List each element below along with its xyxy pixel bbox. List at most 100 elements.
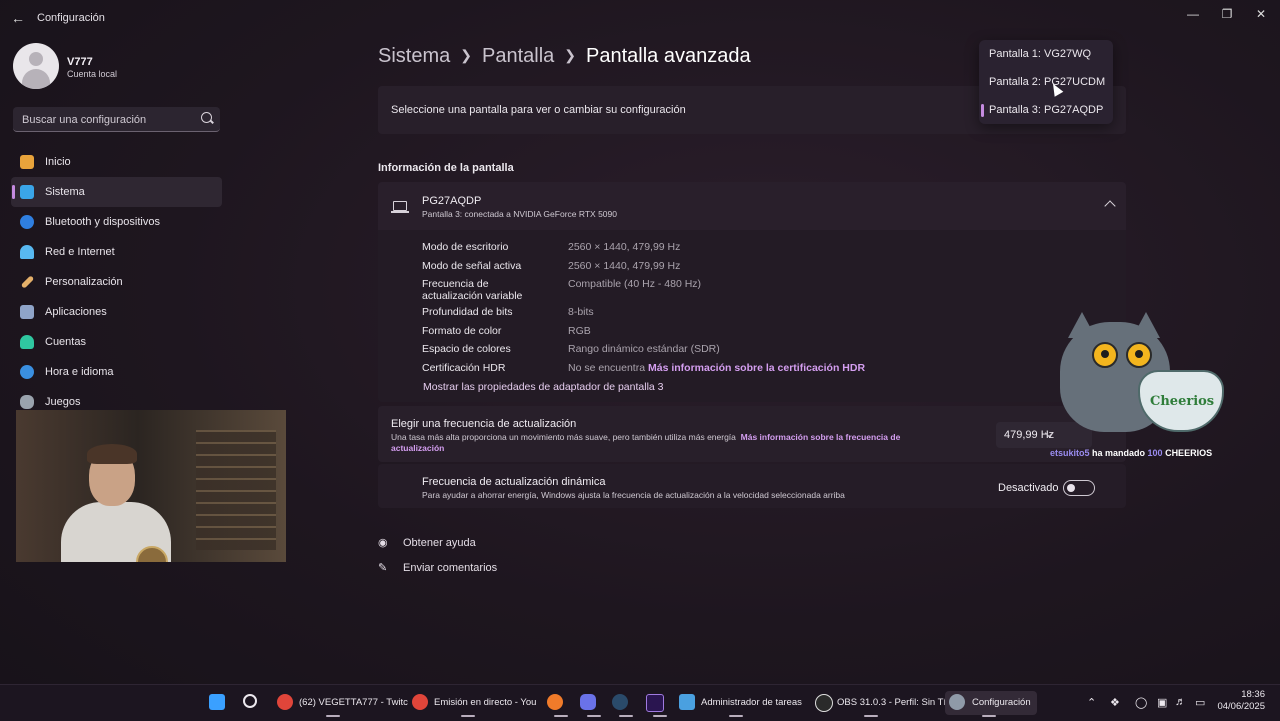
- chevron-right-icon: ❯: [564, 47, 576, 63]
- back-arrow-icon[interactable]: ←: [10, 10, 26, 26]
- taskbar-app-label: (62) VEGETTA777 - Twitc: [299, 697, 408, 708]
- close-icon[interactable]: ✕: [1244, 4, 1278, 24]
- settings-search[interactable]: [13, 107, 220, 132]
- chrome-icon: [277, 694, 293, 710]
- display-dropdown[interactable]: Pantalla 1: VG27WQ Pantalla 2: PG27UCDM …: [979, 40, 1113, 124]
- sidebar-item-sistema[interactable]: Sistema: [11, 177, 222, 207]
- display-option-1[interactable]: Pantalla 1: VG27WQ: [983, 42, 1109, 66]
- display-option-3[interactable]: Pantalla 3: PG27AQDP: [981, 98, 1109, 122]
- send-feedback-label: Enviar comentarios: [403, 562, 498, 574]
- sidebar-item-aplicaciones[interactable]: Aplicaciones: [11, 297, 222, 327]
- settings-gear-icon: [949, 694, 965, 710]
- breadcrumb-pantalla[interactable]: Pantalla: [482, 45, 554, 67]
- bowl-label: Cheerios: [1150, 394, 1215, 409]
- search-icon[interactable]: [201, 112, 212, 123]
- sidebar-item-label: Bluetooth y dispositivos: [45, 216, 160, 228]
- dynamic-refresh-desc: Para ayudar a ahorrar energía, Windows a…: [422, 490, 845, 500]
- dynamic-refresh-title: Frecuencia de actualización dinámica: [422, 476, 606, 488]
- sidebar-item-red[interactable]: Red e Internet: [11, 237, 222, 267]
- monitor-icon: [391, 201, 409, 213]
- taskbar-app-settings[interactable]: Configuración: [945, 691, 1037, 717]
- sidebar-item-bluetooth[interactable]: Bluetooth y dispositivos: [11, 207, 222, 237]
- maximize-icon[interactable]: ❐: [1210, 4, 1244, 24]
- alert-amount: 100: [1147, 448, 1163, 458]
- system-clock[interactable]: 18:36 04/06/2025: [1217, 689, 1265, 713]
- spec-value: 2560 × 1440, 479,99 Hz: [568, 241, 681, 253]
- chevron-up-icon[interactable]: ⌃: [1087, 696, 1096, 709]
- hdr-info-link[interactable]: Más información sobre la certificación H…: [648, 362, 865, 374]
- sidebar-item-inicio[interactable]: Inicio: [11, 147, 222, 177]
- spec-key: Formato de color: [422, 325, 502, 337]
- monitor-connection: Pantalla 3: conectada a NVIDIA GeForce R…: [422, 209, 617, 219]
- bluetooth-icon: [20, 215, 34, 229]
- sidebar-item-personalizacion[interactable]: Personalización: [11, 267, 222, 297]
- wifi-icon: [20, 245, 34, 259]
- display-select-prompt: Seleccione una pantalla para ver o cambi…: [391, 104, 686, 116]
- system-icon: [20, 185, 34, 199]
- taskbar-app-premiere[interactable]: [646, 691, 668, 717]
- spec-value: 8-bits: [568, 306, 594, 318]
- chrome-icon: [412, 694, 428, 710]
- taskbar-app-label: Emisión en directo - You: [434, 697, 537, 708]
- help-chat-icon: ◉: [378, 537, 388, 549]
- minimize-icon[interactable]: —: [1176, 4, 1210, 24]
- chevron-up-icon[interactable]: [1104, 200, 1116, 212]
- clock-time: 18:36: [1241, 689, 1265, 700]
- avatar: [13, 43, 59, 89]
- apps-icon: [20, 305, 34, 319]
- dropbox-icon[interactable]: ❖: [1110, 696, 1120, 709]
- alert-user: etsukito5: [1050, 448, 1090, 458]
- steam-icon: [612, 694, 628, 710]
- user-profile[interactable]: V777 Cuenta local: [13, 43, 117, 89]
- page-title: Pantalla avanzada: [586, 45, 751, 67]
- battery-icon[interactable]: ▭: [1195, 696, 1205, 709]
- refresh-rate-desc: Una tasa más alta proporciona un movimie…: [391, 432, 951, 454]
- taskbar-app-label: OBS 31.0.3 - Perfil: Sin Tí: [837, 697, 947, 708]
- dynamic-refresh-toggle[interactable]: [1063, 480, 1095, 496]
- sidebar-item-label: Cuentas: [45, 336, 86, 348]
- adapter-properties-link[interactable]: Mostrar las propiedades de adaptador de …: [423, 381, 664, 393]
- network-icon[interactable]: ▣: [1157, 696, 1167, 709]
- spec-key: Modo de escritorio: [422, 241, 509, 253]
- start-button[interactable]: [209, 691, 229, 715]
- alert-text: ha mandado: [1089, 448, 1148, 458]
- webcam-overlay: [16, 410, 286, 562]
- sidebar-item-cuentas[interactable]: Cuentas: [11, 327, 222, 357]
- monitor-name: PG27AQDP: [422, 195, 482, 207]
- app-title: Configuración: [37, 12, 105, 24]
- chevron-right-icon: ❯: [460, 47, 472, 63]
- display-option-label: Pantalla 3: PG27AQDP: [989, 104, 1104, 116]
- premiere-icon: [646, 694, 664, 712]
- taskbar-app-discord[interactable]: [580, 691, 602, 717]
- spec-row: Certificación HDR No se encuentra Más inf…: [422, 362, 865, 374]
- spec-value: No se encuentra: [568, 362, 646, 374]
- gamepad-icon: [20, 395, 34, 409]
- spec-row: Espacio de colores Rango dinámico estánda…: [422, 343, 720, 355]
- taskbar-search-button[interactable]: [243, 691, 263, 715]
- search-input[interactable]: [20, 110, 194, 130]
- taskbar-app-chrome-youtube[interactable]: Emisión en directo - You: [412, 691, 537, 717]
- stream-alert: etsukito5 ha mandado 100 CHEERIOS: [1050, 448, 1212, 458]
- taskbar-app-obs[interactable]: OBS 31.0.3 - Perfil: Sin Tí: [815, 691, 946, 717]
- toggle-state-label: Desactivado: [998, 482, 1059, 494]
- sidebar-item-label: Personalización: [45, 276, 123, 288]
- display-info-header[interactable]: PG27AQDP Pantalla 3: conectada a NVIDIA …: [378, 182, 1126, 230]
- refresh-rate-desc-text: Una tasa más alta proporciona un movimie…: [391, 432, 736, 442]
- sidebar-item-hora[interactable]: Hora e idioma: [11, 357, 222, 387]
- sidebar-item-label: Hora e idioma: [45, 366, 114, 378]
- profile-name: V777: [67, 56, 93, 68]
- sidebar-item-label: Aplicaciones: [45, 306, 107, 318]
- profile-account-type: Cuenta local: [67, 69, 118, 79]
- taskbar-app-steam[interactable]: [612, 691, 634, 717]
- taskbar-app-firefox[interactable]: [547, 691, 569, 717]
- person-icon: [20, 335, 34, 349]
- taskbar-app-task-manager[interactable]: Administrador de tareas: [679, 691, 803, 717]
- microphone-icon[interactable]: ◯: [1135, 696, 1147, 709]
- spec-row: Modo de escritorio 2560 × 1440, 479,99 Hz: [422, 241, 680, 253]
- obs-icon: [815, 694, 833, 712]
- taskbar-app-chrome-twitch[interactable]: (62) VEGETTA777 - Twitc: [277, 691, 408, 717]
- volume-icon[interactable]: ♬: [1175, 696, 1186, 708]
- search-icon: [243, 694, 257, 708]
- display-option-2[interactable]: Pantalla 2: PG27UCDM: [983, 70, 1109, 94]
- breadcrumb-sistema[interactable]: Sistema: [378, 45, 450, 67]
